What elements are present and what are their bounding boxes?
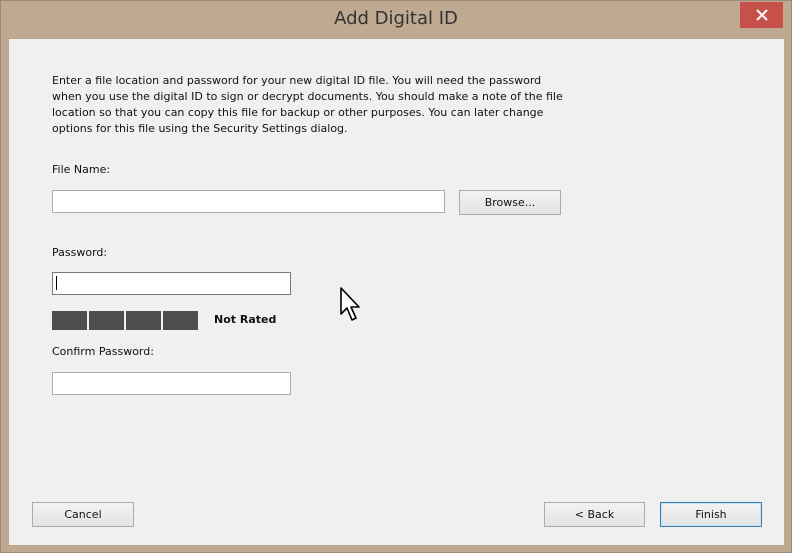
close-icon: [755, 9, 768, 21]
strength-rating-label: Not Rated: [214, 313, 277, 326]
confirm-password-input[interactable]: [52, 372, 291, 395]
password-input[interactable]: [52, 272, 291, 295]
instructions-text: Enter a file location and password for y…: [52, 74, 563, 135]
strength-segment: [89, 311, 124, 330]
close-button[interactable]: [740, 2, 783, 28]
back-button[interactable]: < Back: [544, 502, 645, 527]
password-label: Password:: [52, 246, 108, 259]
file-name-label: File Name:: [52, 163, 111, 176]
confirm-password-label: Confirm Password:: [52, 345, 154, 358]
password-strength-meter: [52, 311, 198, 330]
strength-segment: [163, 311, 198, 330]
dialog-body: Enter a file location and password for y…: [9, 39, 784, 545]
cancel-button[interactable]: Cancel: [32, 502, 134, 527]
browse-button[interactable]: Browse...: [459, 190, 561, 215]
finish-button[interactable]: Finish: [660, 502, 762, 527]
text-caret: [56, 276, 57, 290]
file-name-input[interactable]: [52, 190, 445, 213]
title-bar[interactable]: Add Digital ID: [1, 1, 791, 39]
dialog-title: Add Digital ID: [334, 8, 458, 29]
mouse-pointer-icon: [340, 287, 360, 321]
add-digital-id-dialog: Add Digital ID Enter a file location and…: [0, 0, 792, 553]
strength-segment: [126, 311, 161, 330]
strength-segment: [52, 311, 87, 330]
